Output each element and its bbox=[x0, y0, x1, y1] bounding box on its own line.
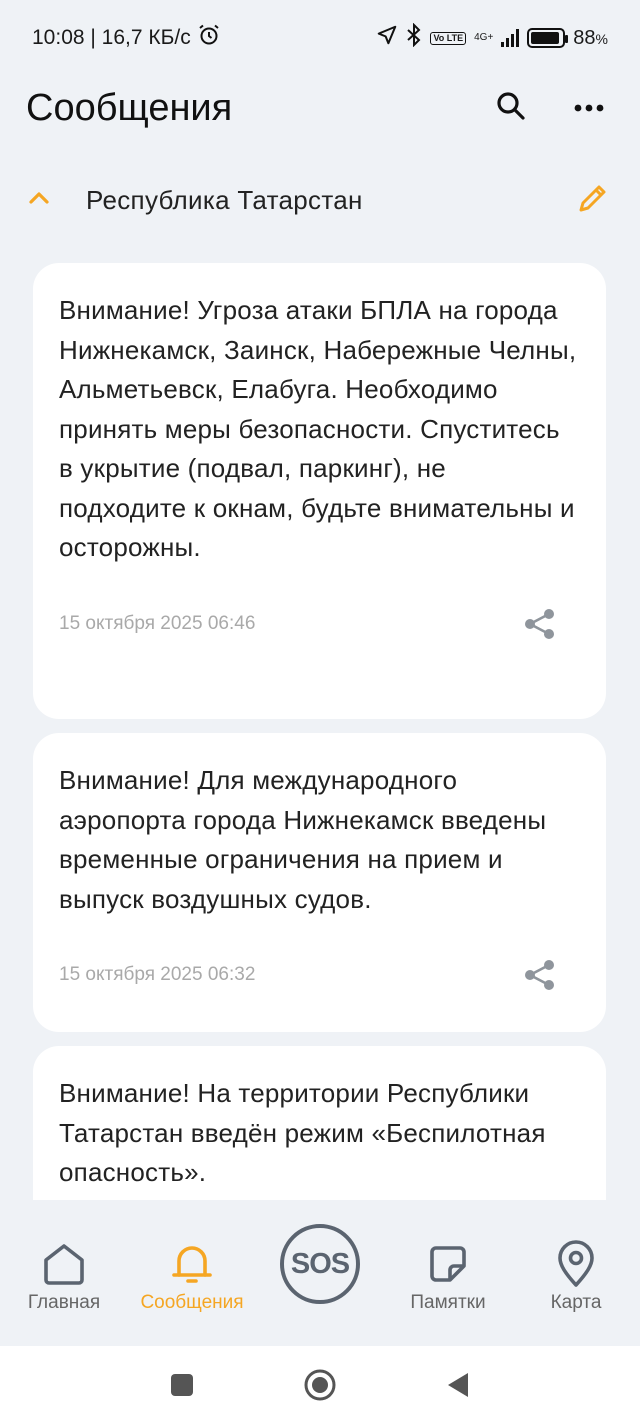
status-left: 10:08 | 16,7 КБ/с bbox=[32, 23, 221, 53]
bottom-navigation: Главная Сообщения SOS Памятки Карта bbox=[0, 1200, 640, 1346]
nav-messages-label: Сообщения bbox=[140, 1292, 244, 1313]
battery-percent: 88% bbox=[573, 26, 608, 49]
message-text: Внимание! Угроза атаки БПЛА на города Ни… bbox=[59, 295, 577, 562]
nav-tips-label: Памятки bbox=[410, 1292, 486, 1313]
nav-map-label: Карта bbox=[550, 1292, 602, 1313]
more-options-button[interactable] bbox=[564, 83, 614, 133]
region-selector[interactable]: Республика Татарстан bbox=[0, 168, 640, 232]
message-date: 15 октября 2025 06:32 bbox=[59, 964, 256, 985]
nav-sos[interactable]: SOS bbox=[256, 1200, 384, 1304]
message-card[interactable]: Внимание! Для международного аэропорта г… bbox=[33, 733, 606, 1032]
nav-home-label: Главная bbox=[27, 1292, 101, 1313]
share-button[interactable] bbox=[520, 955, 560, 995]
nav-map[interactable]: Карта bbox=[512, 1200, 640, 1314]
sos-button[interactable]: SOS bbox=[280, 1224, 360, 1304]
system-navigation-bar bbox=[0, 1346, 640, 1423]
battery-icon bbox=[527, 28, 569, 48]
square-icon bbox=[171, 1373, 193, 1396]
page-title: Сообщения bbox=[26, 86, 233, 129]
message-card[interactable]: Внимание! Угроза атаки БПЛА на города Ни… bbox=[33, 263, 606, 719]
message-meta: 15 октября 2025 06:32 bbox=[59, 955, 580, 995]
nav-home[interactable]: Главная bbox=[0, 1200, 128, 1314]
message-list[interactable]: Внимание! Угроза атаки БПЛА на города Ни… bbox=[33, 263, 606, 1200]
sticky-note-icon bbox=[426, 1240, 470, 1288]
volte-badge: Vo LTE bbox=[430, 31, 467, 45]
status-right: Vo LTE 4G+ 88% bbox=[376, 22, 608, 53]
home-icon bbox=[41, 1240, 87, 1288]
home-system-button[interactable] bbox=[300, 1365, 340, 1405]
pencil-icon[interactable] bbox=[576, 181, 610, 220]
signal-strength-icon bbox=[501, 29, 520, 47]
nav-messages[interactable]: Сообщения bbox=[128, 1200, 256, 1314]
region-name: Республика Татарстан bbox=[86, 184, 363, 215]
app-header: Сообщения bbox=[0, 76, 640, 140]
battery-fill bbox=[531, 32, 560, 44]
map-pin-icon bbox=[556, 1240, 596, 1288]
circle-icon bbox=[304, 1369, 336, 1400]
message-date: 15 октября 2025 06:46 bbox=[59, 612, 256, 634]
message-text: Внимание! На территории Республики Татар… bbox=[59, 1078, 546, 1187]
more-horizontal-icon bbox=[574, 99, 604, 117]
search-icon bbox=[495, 90, 527, 127]
recent-apps-button[interactable] bbox=[162, 1365, 202, 1405]
chevron-up-icon[interactable] bbox=[28, 191, 50, 210]
nav-tips[interactable]: Памятки bbox=[384, 1200, 512, 1314]
status-time-speed: 10:08 | 16,7 КБ/с bbox=[32, 26, 191, 49]
search-button[interactable] bbox=[486, 83, 536, 133]
share-icon bbox=[525, 608, 554, 639]
alarm-icon bbox=[197, 23, 221, 53]
bell-icon bbox=[170, 1240, 214, 1288]
location-arrow-icon bbox=[376, 24, 398, 52]
back-button[interactable] bbox=[438, 1365, 478, 1405]
share-button[interactable] bbox=[520, 604, 560, 644]
message-text: Внимание! Для международного аэропорта г… bbox=[59, 765, 547, 914]
share-icon bbox=[525, 960, 554, 990]
message-card[interactable]: Внимание! На территории Республики Татар… bbox=[33, 1046, 606, 1200]
message-meta: 15 октября 2025 06:46 bbox=[59, 604, 580, 644]
network-type: 4G+ bbox=[474, 32, 494, 43]
bluetooth-icon bbox=[406, 22, 422, 53]
status-bar: 10:08 | 16,7 КБ/с Vo LTE 4G+ 88% bbox=[0, 0, 640, 76]
triangle-back-icon bbox=[448, 1372, 468, 1397]
